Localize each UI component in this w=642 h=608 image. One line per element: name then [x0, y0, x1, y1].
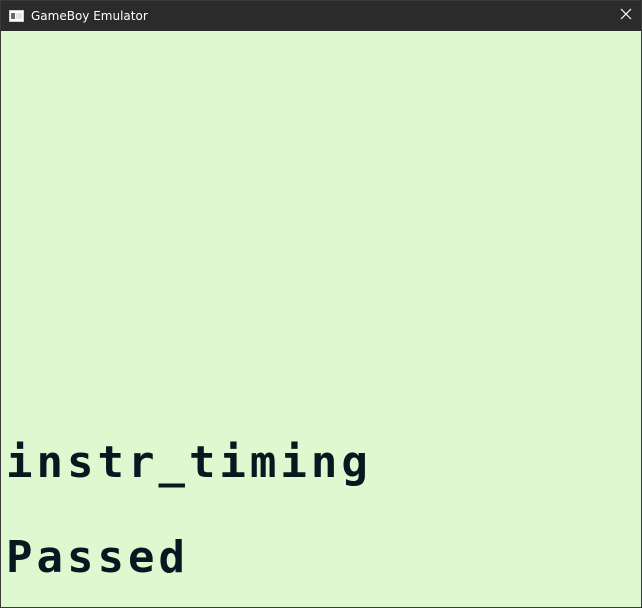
app-window-icon [9, 9, 24, 22]
close-button[interactable] [611, 1, 641, 31]
test-result-text: Passed [6, 532, 189, 583]
window-title: GameBoy Emulator [31, 9, 148, 23]
emulator-screen: instr_timing Passed [1, 31, 641, 607]
title-bar[interactable]: GameBoy Emulator [1, 1, 641, 31]
test-name-text: instr_timing [6, 437, 372, 488]
close-icon [620, 7, 632, 25]
emulator-window: GameBoy Emulator instr_timing Passed [0, 0, 642, 608]
